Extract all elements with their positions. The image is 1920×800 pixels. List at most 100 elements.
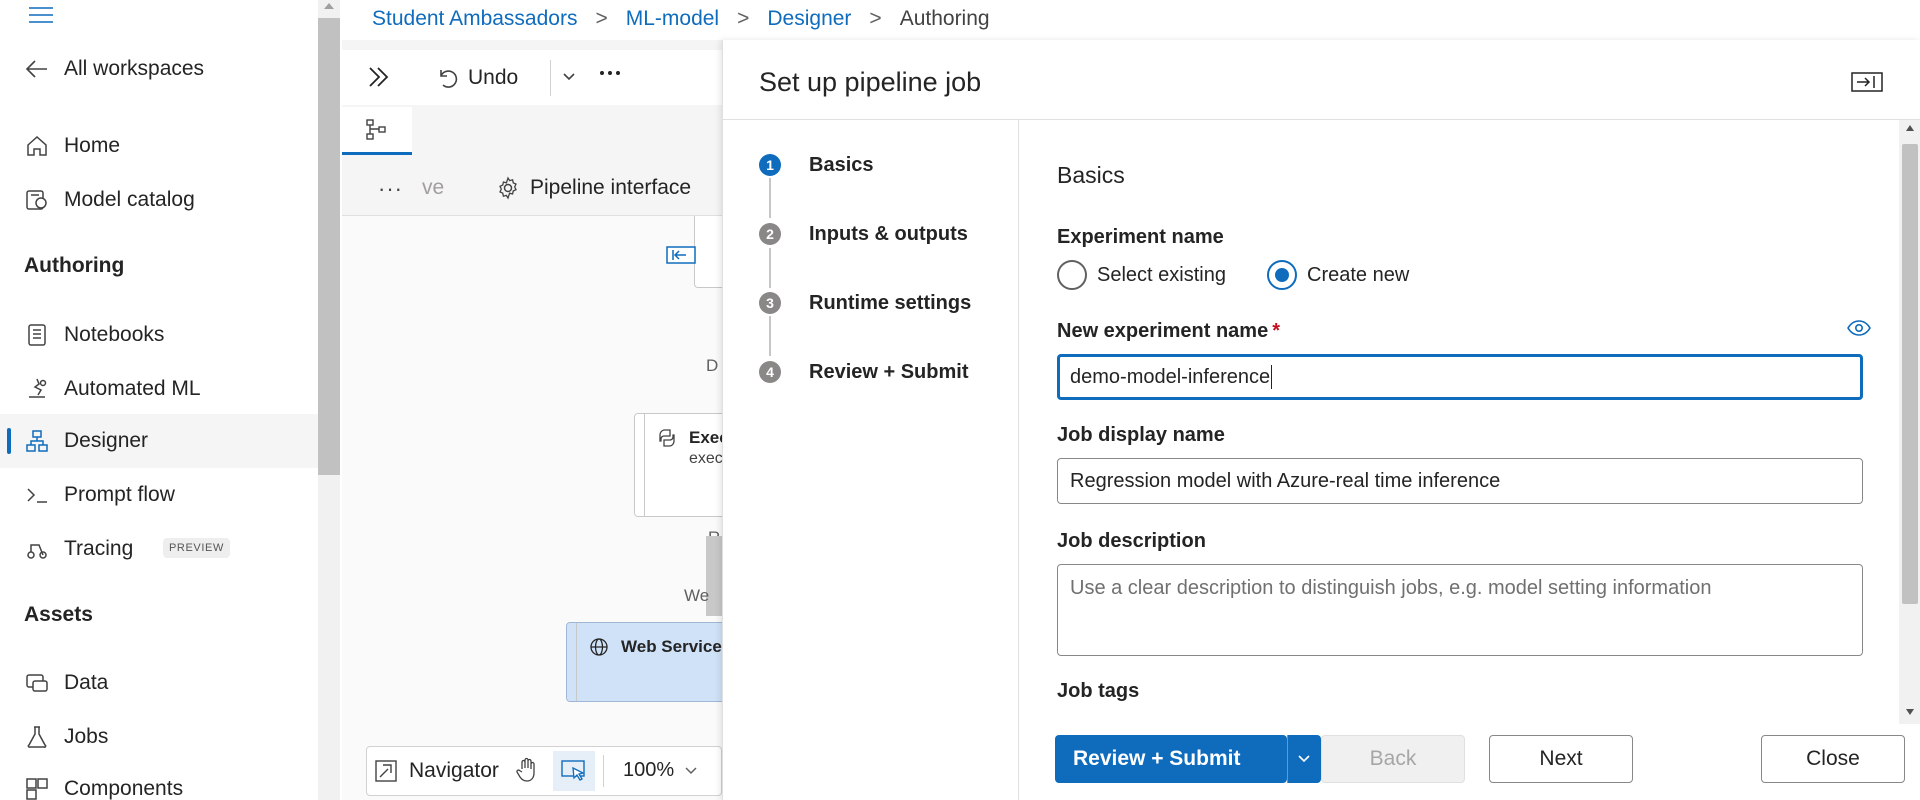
step-basics[interactable]: 1 Basics	[759, 150, 874, 180]
review-submit-button[interactable]: Review + Submit	[1055, 735, 1287, 783]
breadcrumb-separator: >	[737, 7, 750, 30]
expand-double-chevron-icon[interactable]	[366, 64, 392, 90]
sidebar-item-components[interactable]: Components	[0, 762, 318, 800]
panel-footer: Review + Submit Back Next Close	[1019, 724, 1920, 800]
sidebar-item-jobs[interactable]: Jobs	[0, 710, 318, 764]
job-display-name-input[interactable]: Regression model with Azure-real time in…	[1057, 458, 1863, 504]
node-title: Web Service	[621, 637, 722, 656]
breadcrumb-student-ambassadors[interactable]: Student Ambassadors	[372, 7, 577, 31]
eye-icon[interactable]	[1847, 320, 1871, 336]
job-description-label: Job description	[1057, 530, 1206, 552]
sidebar-item-tracing[interactable]: Tracing PREVIEW	[0, 522, 318, 576]
close-button[interactable]: Close	[1761, 735, 1905, 783]
tab-graph[interactable]	[342, 107, 412, 155]
next-button[interactable]: Next	[1489, 735, 1633, 783]
designer-canvas-region: Undo ··· ve Pipeline interface D Exe exe…	[342, 40, 722, 800]
section-assets: Assets	[24, 603, 93, 626]
model-catalog-icon	[24, 187, 50, 213]
pipeline-node-web-service[interactable]: Web Service	[566, 622, 722, 702]
subbar-more-button[interactable]: ···	[378, 176, 403, 202]
python-icon	[657, 428, 677, 448]
tracing-icon	[24, 536, 50, 562]
setup-pipeline-job-panel: Set up pipeline job 1 Basics 2 Inputs & …	[722, 40, 1920, 800]
collapse-panel-icon[interactable]	[1851, 72, 1883, 92]
basics-form: Basics Experiment name Select existing C…	[1021, 120, 1899, 724]
step-label: Inputs & outputs	[809, 222, 968, 245]
zoom-dropdown[interactable]: 100%	[623, 759, 698, 782]
home-icon	[24, 133, 50, 159]
sidebar-item-label: Prompt flow	[64, 483, 175, 506]
pipeline-canvas[interactable]: D Exec exec R We Web Service	[342, 215, 722, 800]
step-number: 1	[759, 154, 781, 176]
review-submit-menu-button[interactable]	[1287, 735, 1321, 783]
sidebar-item-home[interactable]: Home	[0, 119, 318, 173]
sidebar-item-label: Components	[64, 777, 184, 800]
radio-select-existing[interactable]: Select existing	[1057, 260, 1226, 290]
job-tags-label: Job tags	[1057, 680, 1140, 702]
navigator-button[interactable]: Navigator	[375, 756, 499, 786]
pipeline-interface-label: Pipeline interface	[530, 176, 692, 199]
radio-create-new[interactable]: Create new	[1267, 260, 1409, 290]
breadcrumb-ml-model[interactable]: ML-model	[626, 7, 719, 31]
sidebar-item-label: Data	[64, 671, 109, 694]
undo-button[interactable]: Undo	[436, 62, 518, 94]
job-display-name-value: Regression model with Azure-real time in…	[1070, 469, 1501, 492]
sidebar-item-prompt-flow[interactable]: Prompt flow	[0, 468, 318, 522]
form-scrollbar[interactable]	[1899, 120, 1920, 724]
sidebar-item-label: Tracing	[64, 537, 134, 560]
sidebar-item-label: Jobs	[64, 725, 109, 748]
sidebar-item-data[interactable]: Data	[0, 656, 318, 710]
more-options-icon[interactable]	[598, 68, 622, 78]
canvas-fragment-d: D	[706, 356, 719, 375]
review-submit-split-button: Review + Submit	[1055, 735, 1321, 783]
gear-icon	[499, 176, 517, 200]
breadcrumb: Student Ambassadors > ML-model > Designe…	[372, 6, 990, 32]
chevron-down-icon	[1298, 755, 1310, 763]
undo-label: Undo	[468, 66, 519, 89]
sidebar-item-label: Home	[64, 134, 121, 157]
panel-title: Set up pipeline job	[759, 67, 982, 97]
scroll-up-arrow-icon[interactable]	[1905, 124, 1915, 132]
undo-icon	[440, 70, 458, 88]
required-marker: *	[1272, 320, 1280, 342]
chevron-down-icon	[685, 766, 697, 774]
radio-circle-checked	[1267, 260, 1297, 290]
step-runtime-settings[interactable]: 3 Runtime settings	[759, 288, 971, 318]
step-inputs-outputs[interactable]: 2 Inputs & outputs	[759, 219, 968, 249]
breadcrumb-separator: >	[595, 7, 608, 30]
pipeline-node-execute[interactable]: Exec exec	[634, 413, 722, 517]
node-title: Exec	[689, 428, 722, 447]
navigator-icon	[375, 760, 397, 782]
all-workspaces-label: All workspaces	[64, 57, 205, 80]
step-number: 4	[759, 361, 781, 383]
sidebar-item-model-catalog[interactable]: Model catalog	[0, 173, 318, 227]
scroll-down-arrow-icon[interactable]	[1905, 708, 1915, 716]
sidebar-item-notebooks[interactable]: Notebooks	[0, 308, 318, 362]
pipeline-node-partial[interactable]	[694, 216, 722, 288]
hamburger-menu-icon[interactable]	[28, 6, 54, 24]
hand-pan-icon[interactable]	[515, 757, 539, 783]
all-workspaces-link[interactable]: All workspaces	[0, 42, 318, 96]
sidebar-item-automated-ml[interactable]: Automated ML	[0, 362, 318, 416]
form-scrollbar-thumb[interactable]	[1902, 144, 1918, 604]
form-heading: Basics	[1057, 162, 1125, 188]
sidebar-item-designer[interactable]: Designer	[0, 414, 318, 468]
preview-badge: PREVIEW	[163, 538, 230, 558]
job-description-textarea[interactable]: Use a clear description to distinguish j…	[1057, 564, 1863, 656]
designer-toolbar: Undo	[342, 50, 722, 105]
step-review-submit[interactable]: 4 Review + Submit	[759, 357, 969, 387]
scroll-up-arrow-icon[interactable]	[323, 2, 335, 10]
node-subtitle: exec	[689, 450, 722, 467]
globe-icon	[589, 637, 609, 657]
breadcrumb-designer[interactable]: Designer	[767, 7, 851, 31]
chevron-down-icon[interactable]	[562, 72, 576, 82]
select-pointer-button[interactable]	[553, 751, 595, 791]
back-button[interactable]: Back	[1321, 735, 1465, 783]
collapse-port-icon[interactable]	[666, 246, 696, 264]
arrow-left-icon	[24, 56, 50, 82]
pipeline-interface-button[interactable]: Pipeline interface	[496, 173, 691, 203]
step-label: Runtime settings	[809, 291, 972, 314]
nav-scrollbar-thumb[interactable]	[318, 18, 340, 475]
new-experiment-name-input[interactable]: demo-model-inference	[1057, 354, 1863, 400]
pointer-select-icon	[561, 760, 585, 781]
